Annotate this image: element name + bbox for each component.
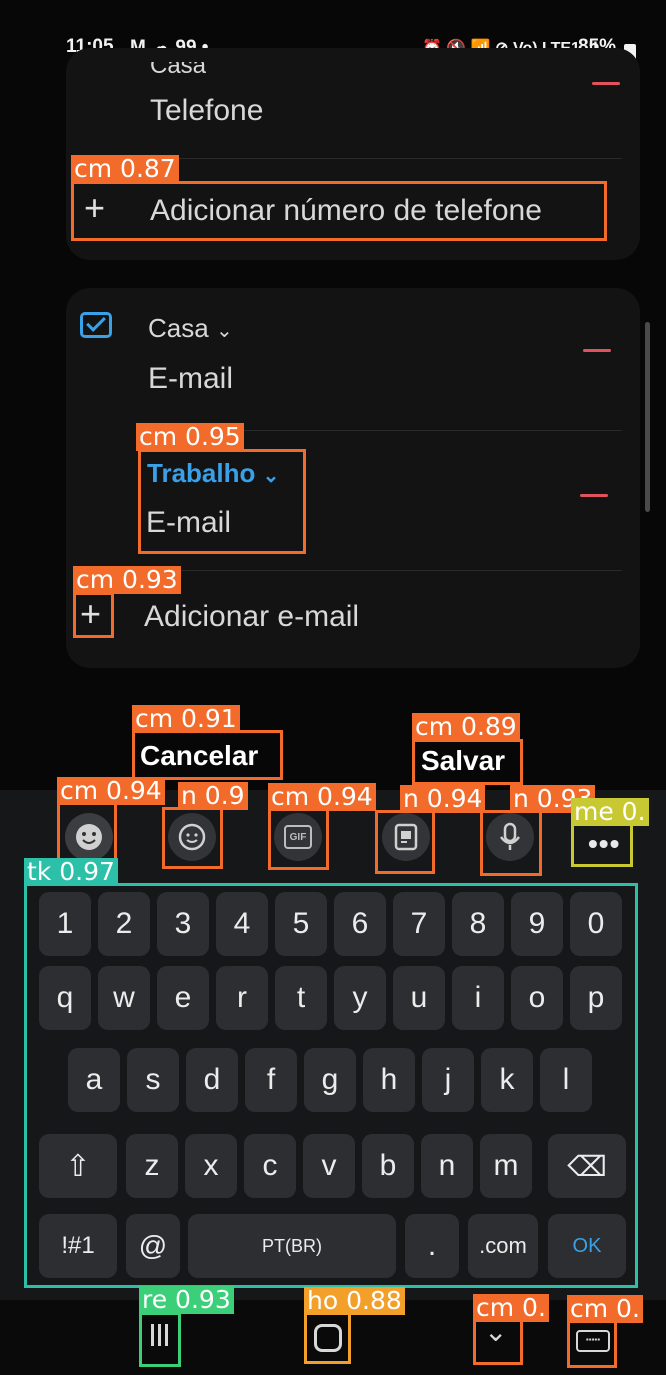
detection-label: cm 0.93: [73, 566, 181, 594]
detection-label: me 0.: [571, 798, 649, 826]
detection-box: [24, 883, 638, 1288]
email-field-casa[interactable]: E-mail: [148, 362, 233, 396]
detection-label: ho 0.88: [304, 1287, 405, 1315]
phone-field[interactable]: Telefone: [150, 94, 263, 128]
detection-box: [162, 807, 223, 869]
detection-label: re 0.93: [139, 1286, 234, 1314]
detection-box: [139, 1312, 181, 1367]
detection-label: cm 0.94: [268, 783, 376, 811]
detection-label: n 0.94: [400, 785, 486, 813]
detection-box: [473, 1319, 523, 1365]
divider: [148, 158, 622, 159]
detection-label: n 0.9: [178, 782, 248, 810]
email-type-casa[interactable]: Casa ⌄: [148, 313, 233, 344]
detection-box: [73, 592, 114, 638]
detection-box: [571, 823, 633, 867]
detection-box: [412, 739, 523, 785]
detection-label: cm 0.95: [136, 423, 244, 451]
detection-label: cm 0.94: [57, 777, 165, 805]
detection-label: cm 0.91: [132, 705, 240, 733]
detection-label: cm 0.87: [71, 155, 179, 183]
add-email-button[interactable]: Adicionar e-mail: [144, 600, 359, 634]
remove-email-icon[interactable]: [583, 349, 611, 352]
detection-box: [268, 808, 329, 870]
detection-box: [304, 1312, 351, 1364]
remove-phone-icon[interactable]: [592, 82, 620, 85]
detection-box: [71, 181, 607, 241]
detection-label: cm 0.: [473, 1294, 549, 1322]
chevron-down-icon: ⌄: [215, 320, 233, 342]
divider: [148, 570, 622, 571]
remove-email-icon[interactable]: [580, 494, 608, 497]
detection-box: [567, 1320, 617, 1368]
detection-label: tk 0.97: [24, 858, 118, 886]
detection-label: cm 0.89: [412, 713, 520, 741]
email-icon: [80, 312, 112, 338]
detection-label: cm 0.: [567, 1295, 643, 1323]
detection-box: [138, 449, 306, 554]
detection-box: [375, 810, 435, 874]
scrollbar[interactable]: [645, 322, 650, 512]
detection-box: [132, 730, 283, 780]
detection-box: [480, 810, 542, 876]
